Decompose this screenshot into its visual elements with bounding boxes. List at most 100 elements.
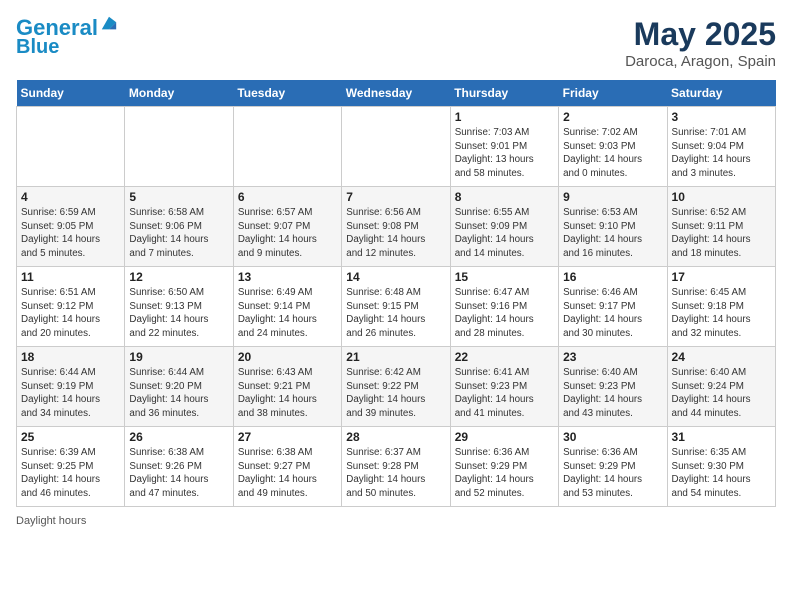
calendar-cell: 1 Sunrise: 7:03 AM Sunset: 9:01 PM Daylig… [450,107,558,187]
day-info: Sunrise: 7:03 AM Sunset: 9:01 PM Dayligh… [455,126,554,181]
day-number: 18 [21,350,120,364]
calendar-cell: 5 Sunrise: 6:58 AM Sunset: 9:06 PM Daylig… [125,187,233,267]
day-number: 19 [129,350,228,364]
calendar-cell: 6Sunrise: 6:57 AM Sunset: 9:07 PM Daylig… [233,187,341,267]
calendar-cell: 26 Sunrise: 6:38 AM Sunset: 9:26 PM Dayli… [125,427,233,507]
weekday-header-saturday: Saturday [667,80,775,107]
weekday-header-friday: Friday [559,80,667,107]
week-row-3: 11Sunrise: 6:51 AM Sunset: 9:12 PM Dayli… [17,267,776,347]
day-info: Sunrise: 6:47 AM Sunset: 9:16 PM Dayligh… [455,286,554,341]
footer-text: Daylight hours [16,515,86,527]
logo: General Blue [16,16,118,58]
day-info: Sunrise: 6:40 AM Sunset: 9:24 PM Dayligh… [672,366,771,421]
weekday-header-tuesday: Tuesday [233,80,341,107]
day-info: Sunrise: 6:39 AM Sunset: 9:25 PM Dayligh… [21,446,120,501]
calendar-cell: 10 Sunrise: 6:52 AM Sunset: 9:11 PM Dayli… [667,187,775,267]
day-info: Sunrise: 6:52 AM Sunset: 9:11 PM Dayligh… [672,206,771,261]
day-number: 30 [563,430,662,444]
page-header: General Blue May 2025 Daroca, Aragon, Sp… [16,16,776,70]
calendar-cell: 30 Sunrise: 6:36 AM Sunset: 9:29 PM Dayli… [559,427,667,507]
day-number: 24 [672,350,771,364]
calendar-cell [233,107,341,187]
day-info: Sunrise: 6:49 AM Sunset: 9:14 PM Dayligh… [238,286,337,341]
calendar-cell [17,107,125,187]
day-number: 27 [238,430,337,444]
calendar-cell: 2 Sunrise: 7:02 AM Sunset: 9:03 PM Daylig… [559,107,667,187]
day-number: 29 [455,430,554,444]
week-row-1: 1 Sunrise: 7:03 AM Sunset: 9:01 PM Daylig… [17,107,776,187]
day-info: Sunrise: 6:42 AM Sunset: 9:22 PM Dayligh… [346,366,445,421]
weekday-header-sunday: Sunday [17,80,125,107]
calendar-cell: 28 Sunrise: 6:37 AM Sunset: 9:28 PM Dayli… [342,427,450,507]
calendar-cell [342,107,450,187]
day-info: Sunrise: 6:36 AM Sunset: 9:29 PM Dayligh… [563,446,662,501]
day-info: Sunrise: 6:43 AM Sunset: 9:21 PM Dayligh… [238,366,337,421]
day-info: Sunrise: 6:36 AM Sunset: 9:29 PM Dayligh… [455,446,554,501]
weekday-header-thursday: Thursday [450,80,558,107]
weekday-header-monday: Monday [125,80,233,107]
day-number: 14 [346,270,445,284]
day-info: Sunrise: 6:37 AM Sunset: 9:28 PM Dayligh… [346,446,445,501]
day-info: Sunrise: 6:53 AM Sunset: 9:10 PM Dayligh… [563,206,662,261]
calendar-cell: 23Sunrise: 6:40 AM Sunset: 9:23 PM Dayli… [559,347,667,427]
day-number: 20 [238,350,337,364]
day-number: 2 [563,110,662,124]
day-info: Sunrise: 7:02 AM Sunset: 9:03 PM Dayligh… [563,126,662,181]
day-number: 11 [21,270,120,284]
day-info: Sunrise: 6:44 AM Sunset: 9:19 PM Dayligh… [21,366,120,421]
day-number: 25 [21,430,120,444]
title-area: May 2025 Daroca, Aragon, Spain [625,16,776,70]
calendar-cell: 21 Sunrise: 6:42 AM Sunset: 9:22 PM Dayli… [342,347,450,427]
day-info: Sunrise: 6:38 AM Sunset: 9:26 PM Dayligh… [129,446,228,501]
calendar-cell: 11Sunrise: 6:51 AM Sunset: 9:12 PM Dayli… [17,267,125,347]
day-info: Sunrise: 6:40 AM Sunset: 9:23 PM Dayligh… [563,366,662,421]
calendar-cell: 3Sunrise: 7:01 AM Sunset: 9:04 PM Daylig… [667,107,775,187]
day-number: 31 [672,430,771,444]
day-number: 5 [129,190,228,204]
calendar-cell: 24 Sunrise: 6:40 AM Sunset: 9:24 PM Dayli… [667,347,775,427]
week-row-5: 25 Sunrise: 6:39 AM Sunset: 9:25 PM Dayli… [17,427,776,507]
logo-icon [100,15,118,33]
day-number: 22 [455,350,554,364]
calendar-cell: 4 Sunrise: 6:59 AM Sunset: 9:05 PM Daylig… [17,187,125,267]
day-info: Sunrise: 7:01 AM Sunset: 9:04 PM Dayligh… [672,126,771,181]
calendar-cell: 14 Sunrise: 6:48 AM Sunset: 9:15 PM Dayli… [342,267,450,347]
day-info: Sunrise: 6:48 AM Sunset: 9:15 PM Dayligh… [346,286,445,341]
day-info: Sunrise: 6:57 AM Sunset: 9:07 PM Dayligh… [238,206,337,261]
day-info: Sunrise: 6:58 AM Sunset: 9:06 PM Dayligh… [129,206,228,261]
day-number: 10 [672,190,771,204]
footer: Daylight hours [16,515,776,527]
day-number: 21 [346,350,445,364]
calendar-cell: 12 Sunrise: 6:50 AM Sunset: 9:13 PM Dayli… [125,267,233,347]
calendar-cell: 18 Sunrise: 6:44 AM Sunset: 9:19 PM Dayli… [17,347,125,427]
calendar-cell: 22 Sunrise: 6:41 AM Sunset: 9:23 PM Dayli… [450,347,558,427]
calendar-cell: 29 Sunrise: 6:36 AM Sunset: 9:29 PM Dayli… [450,427,558,507]
day-number: 17 [672,270,771,284]
day-info: Sunrise: 6:56 AM Sunset: 9:08 PM Dayligh… [346,206,445,261]
calendar-cell: 19Sunrise: 6:44 AM Sunset: 9:20 PM Dayli… [125,347,233,427]
weekday-header-wednesday: Wednesday [342,80,450,107]
calendar-cell [125,107,233,187]
calendar-cell: 25 Sunrise: 6:39 AM Sunset: 9:25 PM Dayli… [17,427,125,507]
calendar-cell: 9Sunrise: 6:53 AM Sunset: 9:10 PM Daylig… [559,187,667,267]
day-number: 15 [455,270,554,284]
calendar-cell: 7Sunrise: 6:56 AM Sunset: 9:08 PM Daylig… [342,187,450,267]
day-number: 26 [129,430,228,444]
day-number: 28 [346,430,445,444]
day-info: Sunrise: 6:59 AM Sunset: 9:05 PM Dayligh… [21,206,120,261]
day-number: 1 [455,110,554,124]
day-number: 12 [129,270,228,284]
day-info: Sunrise: 6:50 AM Sunset: 9:13 PM Dayligh… [129,286,228,341]
location: Daroca, Aragon, Spain [625,53,776,70]
day-number: 8 [455,190,554,204]
day-number: 4 [21,190,120,204]
day-info: Sunrise: 6:46 AM Sunset: 9:17 PM Dayligh… [563,286,662,341]
day-number: 13 [238,270,337,284]
calendar-cell: 15 Sunrise: 6:47 AM Sunset: 9:16 PM Dayli… [450,267,558,347]
calendar-cell: 8Sunrise: 6:55 AM Sunset: 9:09 PM Daylig… [450,187,558,267]
day-info: Sunrise: 6:35 AM Sunset: 9:30 PM Dayligh… [672,446,771,501]
weekday-header-row: SundayMondayTuesdayWednesdayThursdayFrid… [17,80,776,107]
day-info: Sunrise: 6:45 AM Sunset: 9:18 PM Dayligh… [672,286,771,341]
day-info: Sunrise: 6:41 AM Sunset: 9:23 PM Dayligh… [455,366,554,421]
calendar-cell: 16Sunrise: 6:46 AM Sunset: 9:17 PM Dayli… [559,267,667,347]
